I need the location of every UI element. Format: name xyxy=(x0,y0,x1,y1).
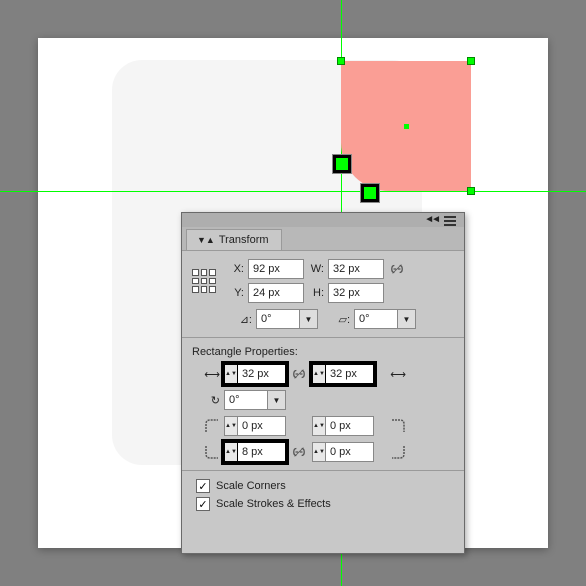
selection-handle-tr[interactable] xyxy=(467,57,475,65)
panel-menu-icon[interactable] xyxy=(444,216,456,228)
h-input[interactable]: 32 px xyxy=(328,283,384,303)
divider xyxy=(182,337,464,338)
collapse-panel-icon[interactable]: ◄◄ xyxy=(424,214,438,225)
corner-tl-icon xyxy=(192,418,220,434)
x-input[interactable]: 92 px xyxy=(248,259,304,279)
constrain-corners-icon[interactable] xyxy=(290,443,308,461)
constrain-wh-icon[interactable] xyxy=(388,260,406,278)
corner-br-icon xyxy=(378,444,406,460)
corner-radius-widget-2[interactable] xyxy=(361,184,379,202)
scale-corners-label: Scale Corners xyxy=(216,480,286,492)
corner-tl-input[interactable]: ▲▼0 px xyxy=(224,416,286,436)
w-label: W: xyxy=(308,263,324,275)
rotate-icon: ⊿: xyxy=(224,313,252,326)
rect-height-input[interactable]: ▲▼32 px xyxy=(312,364,374,384)
panel-titlebar[interactable]: ◄◄ xyxy=(182,213,464,227)
shear-icon: ▱: xyxy=(322,313,350,326)
tab-label: Transform xyxy=(219,234,269,246)
scale-strokes-label: Scale Strokes & Effects xyxy=(216,498,331,510)
y-label: Y: xyxy=(228,287,244,299)
rect-width-icon: ⟷ xyxy=(192,368,220,381)
scale-strokes-checkbox[interactable]: ✓ xyxy=(196,497,210,511)
shear-dropdown[interactable]: 0°▼ xyxy=(354,309,416,329)
corner-br-input[interactable]: ▲▼0 px xyxy=(312,442,374,462)
rect-height-icon: ⟷ xyxy=(378,368,406,381)
rect-rotate-icon: ↻ xyxy=(192,394,220,407)
transform-panel: ◄◄ ▼▲ Transform X: 92 px W: 32 px xyxy=(181,212,465,554)
selection-handle-tl[interactable] xyxy=(337,57,345,65)
panel-tabs: ▼▲ Transform xyxy=(182,227,464,251)
corner-bl-input[interactable]: ▲▼8 px xyxy=(224,442,286,462)
w-input[interactable]: 32 px xyxy=(328,259,384,279)
h-label: H: xyxy=(308,287,324,299)
y-input[interactable]: 24 px xyxy=(248,283,304,303)
selection-center xyxy=(404,124,409,129)
corner-radius-widget-1[interactable] xyxy=(333,155,351,173)
divider-2 xyxy=(182,470,464,471)
constrain-rect-wh-icon[interactable] xyxy=(290,365,308,383)
rect-rotate-dropdown[interactable]: 0°▼ xyxy=(224,390,286,410)
scale-corners-checkbox[interactable]: ✓ xyxy=(196,479,210,493)
corner-tr-icon xyxy=(378,418,406,434)
x-label: X: xyxy=(228,263,244,275)
corner-tr-input[interactable]: ▲▼0 px xyxy=(312,416,374,436)
rotate-dropdown[interactable]: 0°▼ xyxy=(256,309,318,329)
tab-transform[interactable]: ▼▲ Transform xyxy=(186,229,282,250)
rect-properties-title: Rectangle Properties: xyxy=(192,346,454,358)
corner-bl-icon xyxy=(192,444,220,460)
guide-horizontal[interactable] xyxy=(0,191,586,192)
reference-point-grid[interactable] xyxy=(192,269,216,293)
tab-collapse-icon[interactable]: ▼▲ xyxy=(197,235,215,245)
selection-handle-br[interactable] xyxy=(467,187,475,195)
rect-width-input[interactable]: ▲▼32 px xyxy=(224,364,286,384)
